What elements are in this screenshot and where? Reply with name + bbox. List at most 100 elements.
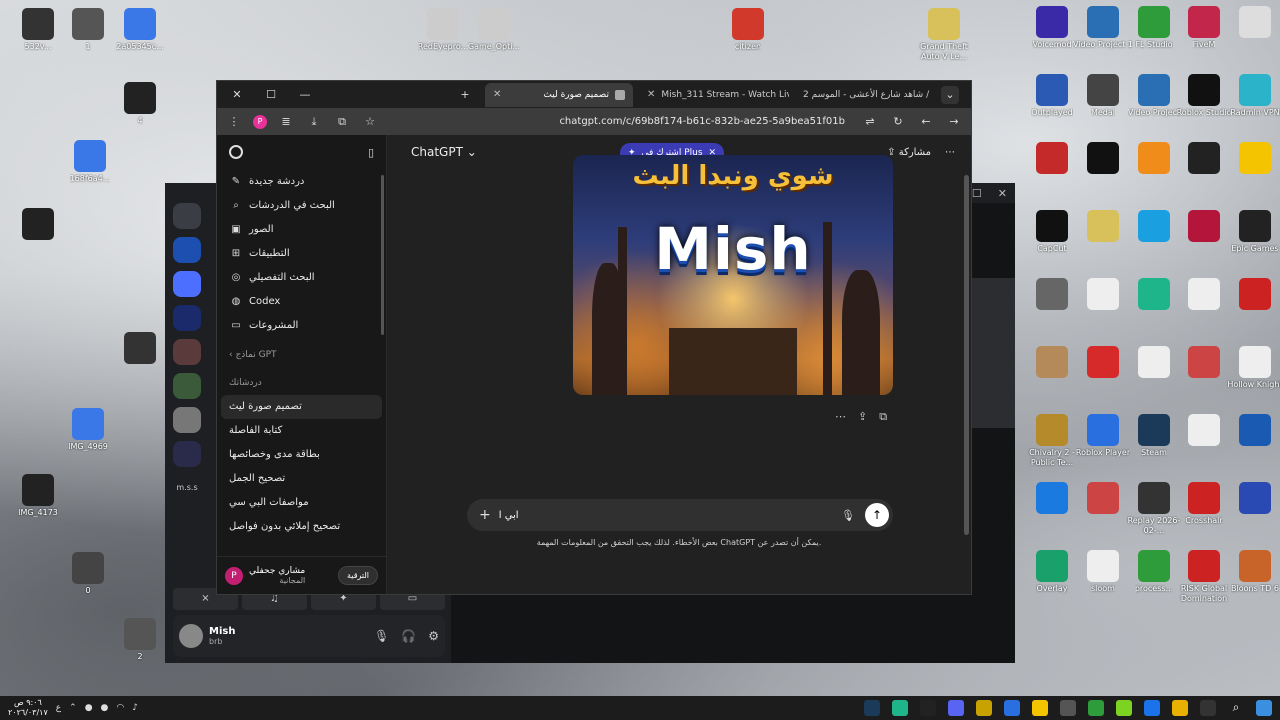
- minimize-icon[interactable]: —: [291, 83, 319, 107]
- tray-icon[interactable]: ●: [85, 703, 93, 713]
- new-tab-button[interactable]: +: [451, 83, 479, 107]
- menu-dots-icon[interactable]: ⋮: [225, 115, 243, 128]
- desktop-icon[interactable]: [1225, 142, 1280, 176]
- close-tab-icon[interactable]: ✕: [647, 89, 655, 100]
- reading-list-icon[interactable]: ≣: [277, 115, 295, 128]
- openai-logo-icon[interactable]: [229, 145, 243, 159]
- app-taskbar-icon[interactable]: [1116, 700, 1132, 716]
- server-icon[interactable]: [173, 407, 201, 433]
- chevron-up-icon[interactable]: ⌃: [69, 703, 77, 713]
- sidebar-item-search[interactable]: ⌕ البحث في الدردشات: [217, 193, 386, 217]
- profile-avatar[interactable]: P: [253, 114, 267, 129]
- share-button[interactable]: ⇪ مشاركة: [887, 147, 931, 158]
- model-selector[interactable]: ChatGPT ⌄: [411, 145, 477, 159]
- desktop-icon[interactable]: 0: [58, 552, 118, 596]
- tab-shahid[interactable]: شاهد شارع الأعشى - الموسم 2 /: [795, 83, 935, 107]
- site-settings-icon[interactable]: ⇌: [861, 115, 879, 128]
- chat-scrollbar[interactable]: [964, 175, 969, 535]
- steam-taskbar-icon[interactable]: [864, 700, 880, 716]
- tab-search-chevron-icon[interactable]: ⌄: [941, 85, 959, 104]
- back-arrow-icon[interactable]: ←: [917, 115, 935, 128]
- server-icon[interactable]: [173, 203, 201, 229]
- sidebar-user-panel[interactable]: P مشاري جحفلي المجانية الترقية: [217, 556, 386, 594]
- download-icon[interactable]: ⤓: [305, 115, 323, 129]
- generated-image[interactable]: شوي ونبدا البث Mish: [573, 155, 893, 395]
- desktop-icon[interactable]: Epic Games: [1225, 210, 1280, 254]
- settings-gear-icon[interactable]: ⚙: [428, 629, 439, 643]
- file-explorer-taskbar-icon[interactable]: [976, 700, 992, 716]
- discord-taskbar-icon[interactable]: [948, 700, 964, 716]
- sidebar-item-projects[interactable]: ▭ المشروعات: [217, 313, 386, 337]
- chat-list-item[interactable]: تصحيح الجمل: [217, 467, 386, 491]
- overlay-taskbar-icon[interactable]: [892, 700, 908, 716]
- server-icon[interactable]: [173, 373, 201, 399]
- folder-taskbar-icon[interactable]: [1172, 700, 1188, 716]
- more-options-icon[interactable]: ⋯: [835, 410, 846, 424]
- sidebar-scrollbar[interactable]: [381, 175, 384, 335]
- close-tab-icon[interactable]: ✕: [493, 89, 501, 100]
- desktop-icon[interactable]: IMG_4173: [8, 474, 68, 518]
- language-indicator[interactable]: ع: [56, 703, 61, 713]
- server-label[interactable]: m.s.s: [173, 475, 201, 501]
- sidebar-toggle-icon[interactable]: ▯: [368, 146, 374, 159]
- wifi-icon[interactable]: ◠: [116, 703, 124, 713]
- settings-taskbar-icon[interactable]: [1060, 700, 1076, 716]
- upgrade-button[interactable]: الترقية: [337, 566, 378, 585]
- tab-chatgpt[interactable]: ✕ تصميم صورة ليث: [485, 82, 633, 107]
- taskbar-clock[interactable]: ٩:٠٦ ص ٢٠٢٦/٠٣/١٧: [8, 698, 48, 718]
- desktop-icon[interactable]: Bloons TD 6: [1225, 550, 1280, 594]
- volume-icon[interactable]: ♪: [132, 703, 138, 713]
- reload-icon[interactable]: ↻: [889, 115, 907, 128]
- desktop-icon[interactable]: Hollow Knight: [1225, 346, 1280, 390]
- desktop-icon[interactable]: 4: [110, 82, 170, 126]
- fl-studio-taskbar-icon[interactable]: [1088, 700, 1104, 716]
- chat-list-item[interactable]: بطاقة مدى وخصائصها: [217, 443, 386, 467]
- sidebar-item-codex[interactable]: ◍ Codex: [217, 289, 386, 313]
- chat-list-item[interactable]: تصميم صورة ليث: [221, 395, 382, 419]
- desktop-icon[interactable]: [1225, 278, 1280, 312]
- start-windows-icon[interactable]: [1256, 700, 1272, 716]
- microphone-icon[interactable]: 🎙: [841, 509, 855, 522]
- maximize-icon[interactable]: ☐: [972, 187, 982, 200]
- desktop-icon[interactable]: 2a05345c...: [110, 8, 170, 52]
- close-icon[interactable]: ✕: [998, 187, 1007, 200]
- desktop-icon[interactable]: [1225, 6, 1280, 40]
- desktop-icon[interactable]: citizen: [718, 8, 778, 52]
- desktop-icon[interactable]: [1225, 482, 1280, 516]
- desktop-icon[interactable]: [8, 208, 68, 242]
- copy-icon[interactable]: ⧉: [879, 410, 887, 424]
- desktop-icon[interactable]: 1: [58, 8, 118, 52]
- url-field[interactable]: chatgpt.com/c/69b8f174-b61c-832b-ae25-5a…: [389, 116, 851, 127]
- headphones-icon[interactable]: 🎧: [401, 629, 416, 643]
- sidebar-item-images[interactable]: ▣ الصور: [217, 217, 386, 241]
- chrome-taskbar-icon[interactable]: [1144, 700, 1160, 716]
- more-options-icon[interactable]: ⋯: [945, 147, 955, 158]
- sidebar-gpts-link[interactable]: ‹ نماذج GPT: [217, 343, 386, 367]
- maximize-icon[interactable]: ☐: [257, 83, 285, 107]
- app-taskbar-icon[interactable]: [1004, 700, 1020, 716]
- tab-kick-stream[interactable]: ✕ Mish_311 Stream - Watch Live: [639, 83, 789, 107]
- search-icon[interactable]: ⌕: [1228, 700, 1244, 716]
- capcut-taskbar-icon[interactable]: [920, 700, 936, 716]
- forward-arrow-icon[interactable]: →: [945, 115, 963, 128]
- sidebar-item-apps[interactable]: ⊞ التطبيقات: [217, 241, 386, 265]
- desktop-icon[interactable]: Grand Theft Auto V Le...: [914, 8, 974, 62]
- tray-icon[interactable]: ●: [101, 703, 109, 713]
- microphone-icon[interactable]: 🎙: [374, 629, 389, 643]
- send-button[interactable]: ↑: [865, 503, 889, 527]
- server-icon[interactable]: [173, 339, 201, 365]
- share-icon[interactable]: ⇪: [858, 410, 867, 424]
- user-avatar[interactable]: P: [225, 566, 243, 585]
- desktop-icon[interactable]: Radmin VPN: [1225, 74, 1280, 118]
- close-window-icon[interactable]: ✕: [223, 83, 251, 107]
- desktop-icon[interactable]: [110, 332, 170, 366]
- desktop-icon[interactable]: IMG_4969: [58, 408, 118, 452]
- sidebar-item-deep-research[interactable]: ◎ البحث التفصيلي: [217, 265, 386, 289]
- bookmark-star-icon[interactable]: ☆: [361, 115, 379, 128]
- app-taskbar-icon[interactable]: [1032, 700, 1048, 716]
- desktop-icon[interactable]: 168f6a4...: [60, 140, 120, 184]
- sidebar-item-new-chat[interactable]: ✎ دردشة جديدة: [217, 169, 386, 193]
- chat-list-item[interactable]: كتابة الفاصلة: [217, 419, 386, 443]
- attach-plus-icon[interactable]: +: [479, 507, 491, 523]
- desktop-icon[interactable]: [1225, 414, 1280, 448]
